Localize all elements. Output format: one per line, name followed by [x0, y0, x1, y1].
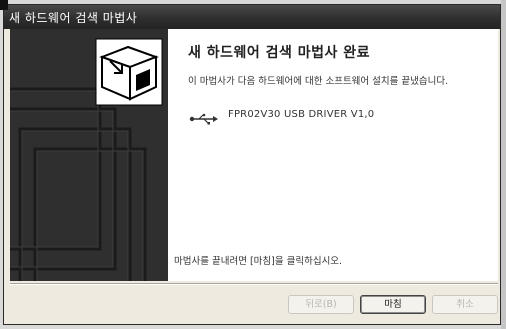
finish-hint: 마법사를 끝내려면 [마침]을 클릭하십시오.: [174, 256, 343, 267]
usb-icon: [189, 113, 218, 125]
right-shadow: [501, 0, 506, 329]
window-title: 새 하드웨어 검색 마법사: [9, 11, 138, 25]
cancel-button[interactable]: 취소: [432, 295, 498, 314]
corner-mark: [0, 0, 8, 10]
wizard-banner-graphic: [10, 38, 163, 281]
wizard-window: 새 하드웨어 검색 마법사 새 하드웨어 검색 마법사 완료 이 마법사가 다음…: [3, 4, 501, 325]
wizard-heading: 새 하드웨어 검색 마법사 완료: [188, 45, 371, 61]
title-bar[interactable]: 새 하드웨어 검색 마법사: [4, 5, 500, 29]
wizard-description: 이 마법사가 다음 하드웨어에 대한 소프트웨어 설치를 끝냈습니다.: [188, 76, 449, 87]
button-separator: [10, 283, 498, 285]
back-button[interactable]: 뒤로(B): [288, 295, 354, 314]
install-box-icon: [95, 38, 163, 106]
device-name: FPR02V30 USB DRIVER V1,0: [228, 109, 375, 120]
wizard-content: 새 하드웨어 검색 마법사 완료 이 마법사가 다음 하드웨어에 대한 소프트웨…: [168, 29, 498, 281]
wizard-side-panel: [10, 29, 168, 281]
finish-button[interactable]: 마침: [360, 295, 426, 314]
